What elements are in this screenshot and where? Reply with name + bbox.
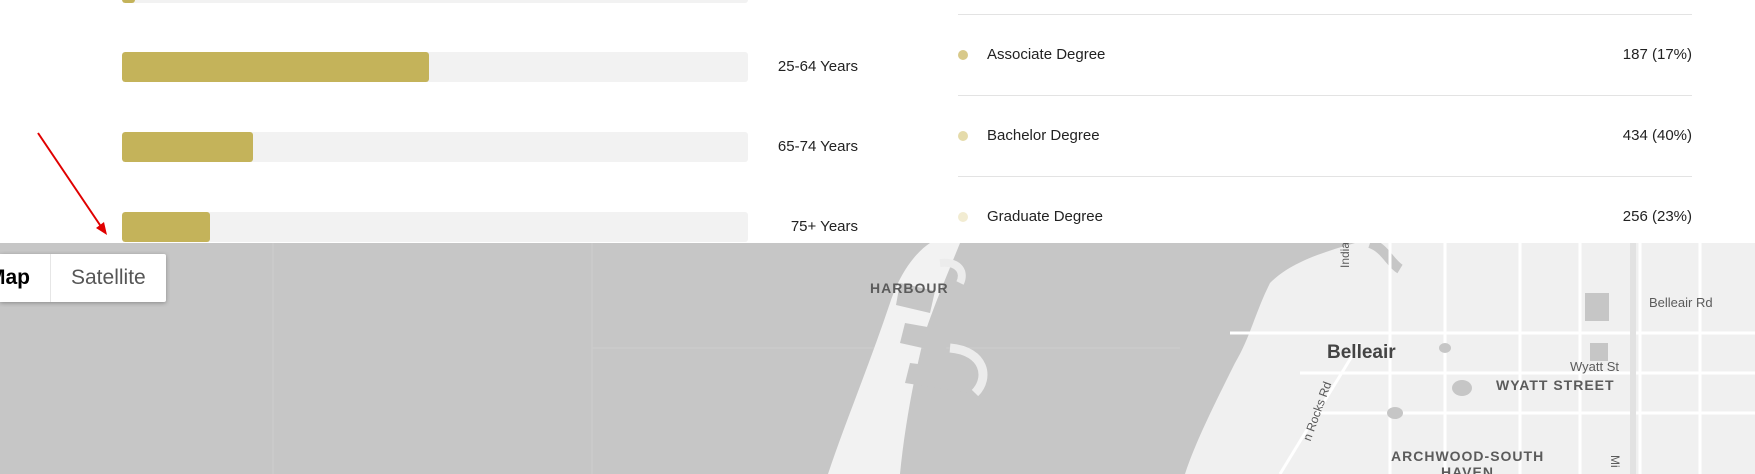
map-label-belleair-rd: Belleair Rd <box>1649 295 1713 310</box>
annotation-arrow <box>37 132 107 235</box>
map-label-harbour: HARBOUR <box>870 280 949 296</box>
map-label-archwood-south: ARCHWOOD-SOUTH <box>1391 448 1545 464</box>
map-canvas[interactable] <box>0 243 1755 474</box>
demographics-panel: 25-64 Years 65-74 Years 75+ Years Associat… <box>0 0 1755 243</box>
map-type-map-button[interactable]: Map <box>0 254 51 302</box>
map-label-wyatt-street: WYATT STREET <box>1496 377 1615 393</box>
map-label-mi: Mi <box>1608 455 1622 468</box>
map-view[interactable]: Map Satellite HARBOUR Belleair Belleair … <box>0 243 1755 474</box>
map-type-satellite-button[interactable]: Satellite <box>51 254 166 302</box>
map-label-indian-rocks-north: Indian Rocks R <box>1338 243 1352 268</box>
map-type-control: Map Satellite <box>0 254 166 302</box>
map-label-haven: HAVEN <box>1441 464 1494 474</box>
map-label-wyatt-st: Wyatt St <box>1570 359 1620 374</box>
map-label-belleair: Belleair <box>1327 342 1396 363</box>
